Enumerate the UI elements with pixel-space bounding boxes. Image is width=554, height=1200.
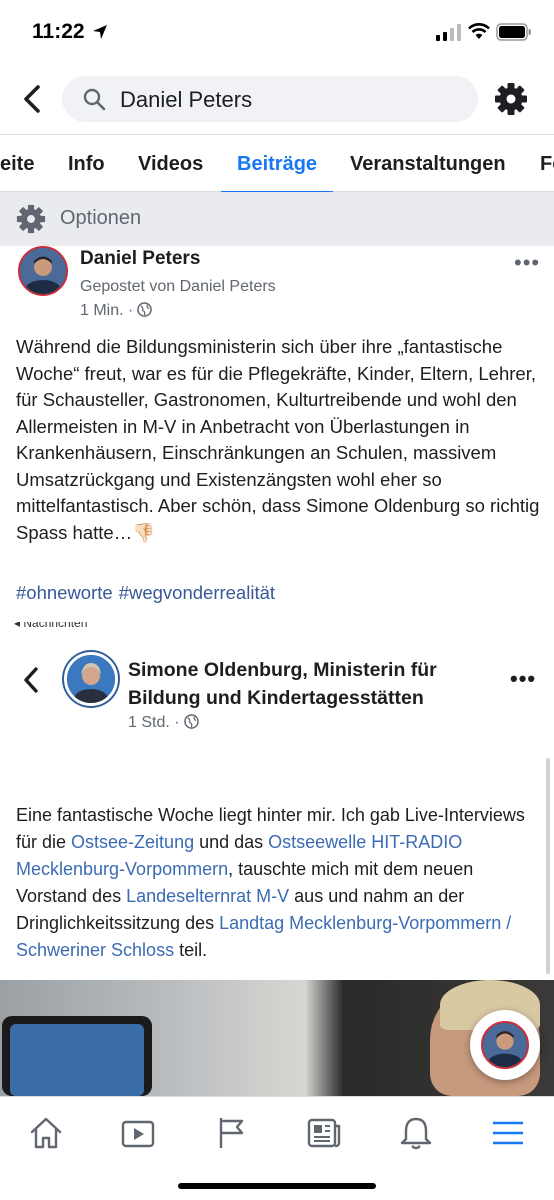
bottom-navigation — [0, 1096, 554, 1200]
post: Daniel Peters Gepostet von Daniel Peters… — [0, 246, 554, 622]
tab-startseite[interactable]: eite — [0, 135, 34, 193]
profile-tab-bar: eite Info Videos Beiträge Veranstaltunge… — [0, 134, 554, 194]
post-meta: 1 Min. · — [80, 302, 153, 320]
screenshot-time: 1 Std. · — [128, 714, 180, 731]
bell-icon[interactable] — [398, 1115, 434, 1151]
home-indicator[interactable] — [178, 1183, 376, 1189]
status-bar: 11:22 — [0, 0, 554, 64]
gear-icon[interactable] — [494, 82, 528, 116]
text-segment: teil. — [174, 940, 208, 960]
page-name: Simone Oldenburg, Ministerin für Bildung… — [128, 659, 437, 709]
gear-icon — [16, 204, 46, 234]
post-author[interactable]: Daniel Peters — [80, 248, 200, 270]
author-avatar[interactable] — [18, 246, 68, 296]
page-avatar — [64, 652, 118, 706]
post-more-button[interactable]: ••• — [514, 250, 540, 276]
tab-veranstaltungen[interactable]: Veranstaltungen — [350, 135, 506, 193]
back-arrow-icon — [24, 667, 38, 693]
tab-info[interactable]: Info — [68, 135, 105, 193]
back-arrow-icon[interactable] — [18, 84, 46, 114]
tab-fotos[interactable]: Fo — [540, 135, 554, 193]
home-icon[interactable] — [28, 1115, 64, 1151]
status-time: 11:22 — [32, 20, 85, 43]
globe-icon — [183, 714, 199, 729]
cellular-signal-icon — [436, 24, 461, 41]
flag-icon[interactable] — [214, 1115, 250, 1151]
location-arrow-icon — [93, 25, 107, 39]
tab-videos[interactable]: Videos — [138, 135, 203, 193]
link-text: Ostsee-Zeitung — [71, 832, 195, 852]
options-bar[interactable]: Optionen — [0, 192, 554, 246]
globe-icon — [137, 302, 153, 317]
tab-beitraege[interactable]: Beiträge — [220, 135, 334, 194]
link-text: Landeselternrat M-V — [126, 886, 290, 906]
search-icon — [83, 88, 106, 111]
news-icon[interactable] — [306, 1115, 342, 1151]
battery-icon — [496, 23, 531, 41]
shared-screenshot-image[interactable]: ◂ Nachrichten Simone Oldenburg, Minister… — [0, 622, 554, 1096]
screenshot-scrollbar — [546, 758, 550, 974]
search-query: Daniel Peters — [120, 87, 253, 112]
search-input[interactable]: Daniel Peters — [62, 76, 478, 122]
post-time: 1 Min. · — [80, 302, 134, 319]
text-segment: und das — [194, 832, 269, 852]
wifi-icon — [468, 23, 490, 39]
phone-in-photo — [2, 1016, 152, 1096]
hashtag-link[interactable]: #wegvonderrealität — [119, 582, 275, 603]
screenshot-top-crop: ◂ Nachrichten — [14, 622, 88, 630]
screenshot-text: Eine fantastische Woche liegt hinter mir… — [16, 802, 546, 964]
screenshot-more-icon: ••• — [510, 666, 537, 691]
post-body: Während die Bildungsministerin sich über… — [16, 336, 540, 543]
floating-chat-head[interactable] — [470, 1010, 540, 1080]
screenshot-meta: 1 Std. · — [128, 714, 199, 732]
posted-by: Gepostet von Daniel Peters — [80, 278, 276, 295]
search-header: Daniel Peters — [0, 64, 554, 134]
hashtag-link[interactable]: #ohneworte — [16, 582, 113, 603]
video-icon[interactable] — [120, 1115, 156, 1151]
menu-icon[interactable] — [490, 1115, 526, 1151]
post-hashtags: #ohneworte #wegvonderrealität — [16, 582, 281, 604]
options-label: Optionen — [60, 207, 142, 229]
chat-head-avatar — [481, 1021, 529, 1069]
